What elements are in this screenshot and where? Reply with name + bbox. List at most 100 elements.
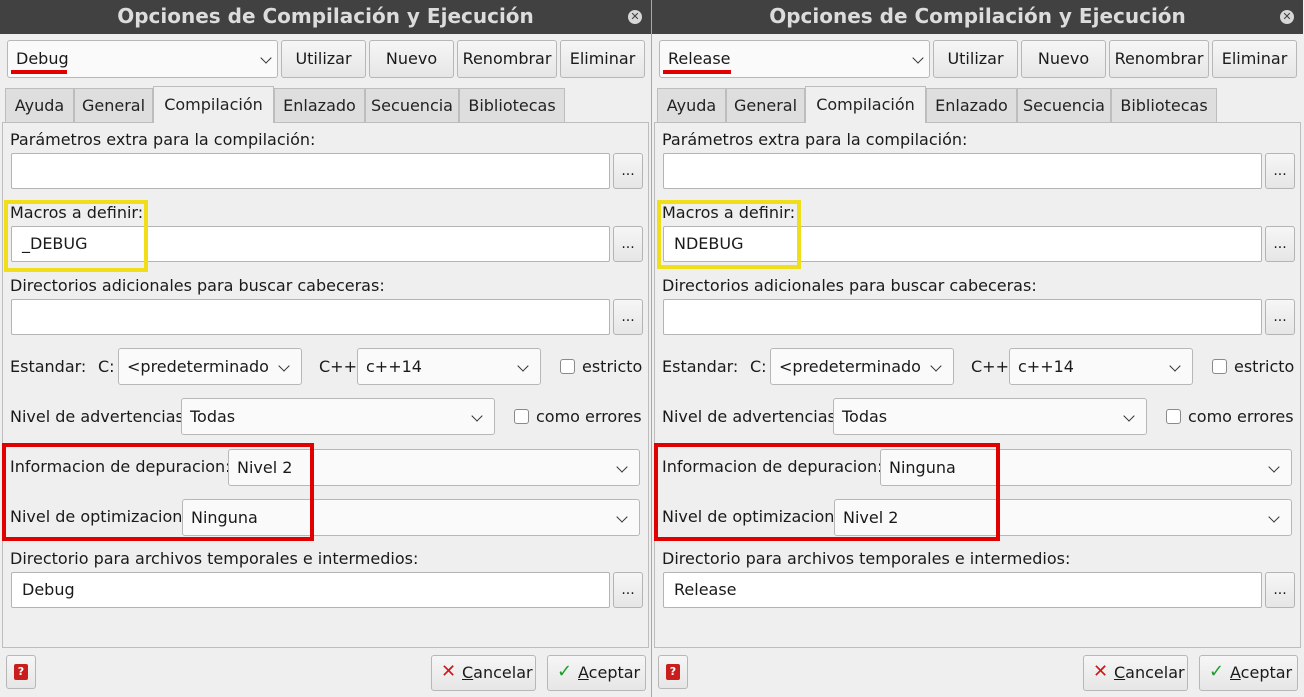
c-standard-select[interactable]: <predeterminado (770, 348, 954, 385)
accept-check-icon: ✓ (557, 661, 573, 682)
title-bar: Opciones de Compilación y Ejecución ✕ (652, 0, 1303, 34)
strict-label: estricto (582, 357, 643, 376)
chevron-down-icon (1268, 511, 1280, 523)
tab-general[interactable]: General (726, 88, 805, 122)
chevron-down-icon (1123, 410, 1135, 422)
extra-params-browse-button[interactable]: ... (1265, 153, 1295, 189)
cpp-standard-select[interactable]: c++14 (357, 348, 541, 385)
tab-secuencia[interactable]: Secuencia (365, 88, 459, 122)
macros-value: _DEBUG (22, 234, 88, 253)
temp-dir-input[interactable]: Release (663, 572, 1262, 608)
cancel-label: ancelar (1125, 663, 1185, 682)
tab-ayuda[interactable]: Ayuda (5, 88, 74, 122)
temp-dir-value: Release (674, 580, 737, 599)
rename-button[interactable]: Renombrar (457, 40, 557, 78)
help-button[interactable]: ? (658, 655, 688, 689)
new-button[interactable]: Nuevo (1021, 40, 1106, 78)
debug-info-select[interactable]: Ninguna (880, 449, 1292, 486)
tab-general[interactable]: General (74, 88, 153, 122)
macros-browse-button[interactable]: ... (613, 226, 643, 262)
optimization-value: Ninguna (191, 508, 258, 527)
cancel-button[interactable]: ✕ Cancelar (1083, 655, 1188, 691)
c-standard-label: C: (750, 357, 767, 376)
macros-input[interactable]: _DEBUG (11, 226, 610, 262)
include-dirs-label: Directorios adicionales para buscar cabe… (662, 276, 1037, 295)
help-button[interactable]: ? (6, 655, 36, 689)
chevron-down-icon (1169, 360, 1181, 372)
debug-info-select[interactable]: Nivel 2 (228, 449, 640, 486)
close-icon[interactable]: ✕ (628, 10, 642, 24)
temp-dir-browse-button[interactable]: ... (613, 572, 643, 608)
cpp-standard-value: c++14 (366, 357, 422, 376)
standard-label: Estandar: (662, 357, 739, 376)
chevron-down-icon (616, 511, 628, 523)
zinjai-help-icon: ? (14, 664, 28, 680)
include-dirs-browse-button[interactable]: ... (613, 299, 643, 335)
temp-dir-browse-button[interactable]: ... (1265, 572, 1295, 608)
tab-bar: Ayuda General Compilación Enlazado Secue… (0, 86, 651, 123)
accept-button[interactable]: ✓ Aceptar (547, 655, 646, 691)
extra-params-label: Parámetros extra para la compilación: (662, 130, 968, 149)
use-button[interactable]: Utilizar (281, 40, 366, 78)
cancel-mnemonic: C (462, 663, 474, 682)
optimization-select[interactable]: Ninguna (182, 499, 640, 536)
strict-checkbox[interactable] (560, 359, 575, 374)
cpp-standard-select[interactable]: c++14 (1009, 348, 1193, 385)
accept-mnemonic: A (1230, 663, 1241, 682)
macros-input[interactable]: NDEBUG (663, 226, 1262, 262)
use-button[interactable]: Utilizar (933, 40, 1018, 78)
include-dirs-label: Directorios adicionales para buscar cabe… (10, 276, 385, 295)
tab-enlazado[interactable]: Enlazado (274, 88, 365, 122)
c-standard-value: <predeterminado (127, 357, 269, 376)
temp-dir-label: Directorio para archivos temporales e in… (10, 549, 419, 568)
new-button[interactable]: Nuevo (369, 40, 454, 78)
warnings-select[interactable]: Todas (833, 398, 1147, 435)
extra-params-input[interactable] (663, 153, 1262, 189)
tab-compilacion[interactable]: Compilación (805, 86, 926, 123)
tab-enlazado[interactable]: Enlazado (926, 88, 1017, 122)
profile-select-value: Release (668, 49, 731, 68)
include-dirs-input[interactable] (11, 299, 610, 335)
as-errors-label: como errores (536, 407, 642, 426)
tab-bibliotecas[interactable]: Bibliotecas (459, 88, 565, 122)
rename-button[interactable]: Renombrar (1109, 40, 1209, 78)
tab-secuencia[interactable]: Secuencia (1017, 88, 1111, 122)
cancel-x-icon: ✕ (1093, 661, 1109, 682)
accept-button[interactable]: ✓ Aceptar (1199, 655, 1298, 691)
optimization-select[interactable]: Nivel 2 (834, 499, 1292, 536)
chevron-down-icon (278, 360, 290, 372)
warnings-label: Nivel de advertencias: (662, 407, 842, 426)
warnings-select[interactable]: Todas (181, 398, 495, 435)
debug-info-value: Nivel 2 (237, 458, 293, 477)
extra-params-input[interactable] (11, 153, 610, 189)
chevron-down-icon (471, 410, 483, 422)
tab-ayuda[interactable]: Ayuda (657, 88, 726, 122)
chevron-down-icon (260, 52, 272, 64)
as-errors-label: como errores (1188, 407, 1294, 426)
macros-value: NDEBUG (674, 234, 744, 253)
delete-button[interactable]: Eliminar (1212, 40, 1297, 78)
c-standard-select[interactable]: <predeterminado (118, 348, 302, 385)
cancel-button[interactable]: ✕ Cancelar (431, 655, 536, 691)
include-dirs-input[interactable] (663, 299, 1262, 335)
cancel-x-icon: ✕ (441, 661, 457, 682)
tab-compilacion[interactable]: Compilación (153, 86, 274, 123)
tab-bar: Ayuda General Compilación Enlazado Secue… (652, 86, 1303, 123)
temp-dir-input[interactable]: Debug (11, 572, 610, 608)
warnings-label: Nivel de advertencias: (10, 407, 190, 426)
optimization-value: Nivel 2 (843, 508, 899, 527)
strict-checkbox[interactable] (1212, 359, 1227, 374)
title-bar: Opciones de Compilación y Ejecución ✕ (0, 0, 651, 34)
as-errors-checkbox[interactable] (514, 409, 529, 424)
extra-params-browse-button[interactable]: ... (613, 153, 643, 189)
chevron-down-icon (912, 52, 924, 64)
cpp-standard-value: c++14 (1018, 357, 1074, 376)
delete-button[interactable]: Eliminar (560, 40, 645, 78)
close-icon[interactable]: ✕ (1280, 10, 1294, 24)
tab-bibliotecas[interactable]: Bibliotecas (1111, 88, 1217, 122)
macros-label: Macros a definir: (662, 203, 796, 222)
chevron-down-icon (1268, 461, 1280, 473)
include-dirs-browse-button[interactable]: ... (1265, 299, 1295, 335)
macros-browse-button[interactable]: ... (1265, 226, 1295, 262)
as-errors-checkbox[interactable] (1166, 409, 1181, 424)
